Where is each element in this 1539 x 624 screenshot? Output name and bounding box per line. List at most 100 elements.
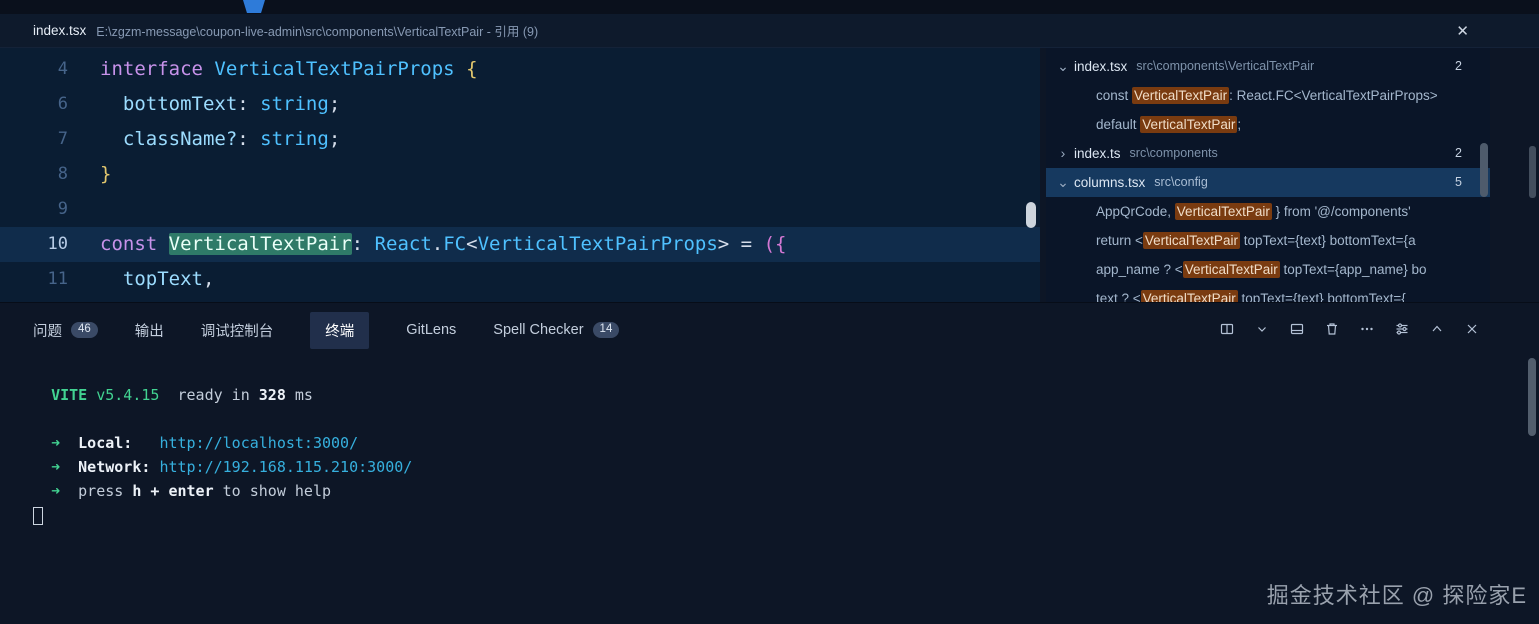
peek-title: index.tsx [33, 23, 86, 38]
line-number[interactable]: 9 [0, 192, 68, 227]
terminal-text: Network: [78, 458, 150, 476]
tab-label: 输出 [135, 320, 164, 341]
line-number[interactable]: 4 [0, 52, 68, 87]
match-segment: : React.FC<VerticalTextPairProps> [1229, 88, 1438, 103]
code-line-text: topText, [68, 262, 214, 297]
terminal-text: to show help [214, 482, 331, 500]
match-segment: default [1096, 117, 1140, 132]
code-token: string [260, 128, 329, 150]
watermark: 掘金技术社区 @ 探险家E [1267, 578, 1527, 610]
code-token: React [375, 233, 432, 255]
reference-count-badge: 2 [1455, 52, 1462, 81]
match-highlight: VerticalTextPair [1175, 203, 1272, 220]
terminal-text: ms [286, 386, 313, 404]
terminal-text: v5.4.15 [87, 386, 159, 404]
references-scrollbar-thumb[interactable] [1480, 143, 1488, 197]
more-actions-icon[interactable] [1358, 320, 1376, 338]
tab-label: 问题 [33, 320, 62, 341]
panel-actions [1218, 320, 1481, 338]
split-terminal-icon[interactable] [1218, 320, 1236, 338]
chevron-down-icon: ⌄ [1052, 52, 1074, 81]
code-line-text: const VerticalTextPair: React.FC<Vertica… [68, 227, 786, 262]
chevron-right-icon: › [1052, 139, 1074, 168]
reference-file-row[interactable]: ›index.tssrc\components2 [1046, 139, 1490, 168]
tab-spell-checker[interactable]: Spell Checker14 [493, 314, 619, 346]
terminal-text: ➜ [51, 434, 60, 452]
code-token: interface [100, 58, 214, 80]
code-line[interactable]: 9 [0, 192, 1040, 227]
code-token: { [466, 58, 477, 80]
code-token: ; [329, 93, 340, 115]
code-token: bottomText [123, 93, 237, 115]
peek-path: E:\zgzm-message\coupon-live-admin\src\co… [96, 21, 538, 40]
code-token [100, 128, 123, 150]
tab-debug-console[interactable]: 调试控制台 [201, 312, 274, 349]
editor-scrollbar-thumb[interactable] [1026, 202, 1036, 228]
terminal-line [33, 407, 1539, 431]
code-line[interactable]: 11 topText, [0, 262, 1040, 297]
tab-terminal[interactable]: 终端 [310, 312, 369, 349]
reference-match-row[interactable]: return <VerticalTextPair topText={text} … [1046, 226, 1490, 255]
close-icon[interactable]: ✕ [1452, 20, 1473, 42]
tab-label: Spell Checker [493, 322, 583, 338]
kill-terminal-icon[interactable] [1323, 320, 1341, 338]
code-line-text: interface VerticalTextPairProps { [68, 52, 478, 87]
reference-match-row[interactable]: AppQrCode, VerticalTextPair } from '@/co… [1046, 197, 1490, 226]
code-line[interactable]: 6 bottomText: string; [0, 87, 1040, 122]
chevron-down-icon: ⌄ [1052, 168, 1074, 197]
match-segment: app_name ? < [1096, 262, 1183, 277]
terminal-line: ➜ Local: http://localhost:3000/ [33, 431, 1539, 455]
terminal-text [60, 434, 78, 452]
terminal-line: ➜ press h + enter to show help [33, 479, 1539, 503]
code-token: const [100, 233, 169, 255]
code-line[interactable]: 4interface VerticalTextPairProps { [0, 52, 1040, 87]
tab-label: 调试控制台 [201, 320, 274, 341]
code-lines: 4interface VerticalTextPairProps {6 bott… [0, 52, 1040, 297]
match-highlight: VerticalTextPair [1141, 290, 1238, 302]
line-number[interactable]: 8 [0, 157, 68, 192]
reference-match-row[interactable]: const VerticalTextPair: React.FC<Vertica… [1046, 81, 1490, 110]
terminal-text [60, 458, 78, 476]
maximize-panel-icon[interactable] [1428, 320, 1446, 338]
reference-file-row[interactable]: ⌄index.tsxsrc\components\VerticalTextPai… [1046, 52, 1490, 81]
close-panel-icon[interactable] [1463, 320, 1481, 338]
tab-problems[interactable]: 问题46 [33, 312, 98, 349]
panel-layout-icon[interactable] [1288, 320, 1306, 338]
code-token: > [718, 233, 729, 255]
code-token: VerticalTextPairProps [478, 233, 718, 255]
tab-output[interactable]: 输出 [135, 312, 164, 349]
code-line-text: bottomText: string; [68, 87, 340, 122]
terminal-text [33, 482, 51, 500]
reference-match-row[interactable]: app_name ? <VerticalTextPair topText={ap… [1046, 255, 1490, 284]
match-segment: return < [1096, 233, 1143, 248]
line-number[interactable]: 7 [0, 122, 68, 157]
configure-tasks-icon[interactable] [1393, 320, 1411, 338]
top-strip [0, 0, 1539, 14]
line-number[interactable]: 6 [0, 87, 68, 122]
bottom-panel: 问题46 输出 调试控制台 终端 GitLens Spell Checker14 VITE… [0, 302, 1539, 624]
code-token: : [237, 128, 260, 150]
reference-match-row[interactable]: text ? <VerticalTextPair topText={text} … [1046, 284, 1490, 302]
code-line[interactable]: 10const VerticalTextPair: React.FC<Verti… [0, 227, 1040, 262]
match-segment: ; [1237, 117, 1241, 132]
terminal[interactable]: VITE v5.4.15 ready in 328 ms ➜ Local: ht… [0, 357, 1539, 525]
main-editor-scrollbar-thumb[interactable] [1529, 146, 1536, 198]
match-segment: } from '@/components' [1272, 204, 1411, 219]
reference-match-text: default VerticalTextPair; [1046, 110, 1241, 139]
line-number[interactable]: 11 [0, 262, 68, 297]
peek-editor[interactable]: 4interface VerticalTextPairProps {6 bott… [0, 48, 1040, 302]
code-token: = [729, 233, 763, 255]
code-line[interactable]: 7 className?: string; [0, 122, 1040, 157]
panel-scrollbar-thumb[interactable] [1528, 358, 1536, 436]
terminal-text: ➜ [51, 458, 60, 476]
code-line[interactable]: 8} [0, 157, 1040, 192]
references-rows: ⌄index.tsxsrc\components\VerticalTextPai… [1046, 52, 1490, 302]
reference-file-row[interactable]: ⌄columns.tsxsrc\config5 [1046, 168, 1490, 197]
dropdown-caret-icon[interactable] [1253, 320, 1271, 338]
line-number[interactable]: 10 [0, 227, 68, 262]
references-list[interactable]: ⌄index.tsxsrc\components\VerticalTextPai… [1046, 48, 1490, 302]
tab-gitlens[interactable]: GitLens [406, 314, 456, 346]
terminal-line: VITE v5.4.15 ready in 328 ms [33, 383, 1539, 407]
reference-match-row[interactable]: default VerticalTextPair; [1046, 110, 1490, 139]
tab-label: 终端 [325, 320, 354, 341]
